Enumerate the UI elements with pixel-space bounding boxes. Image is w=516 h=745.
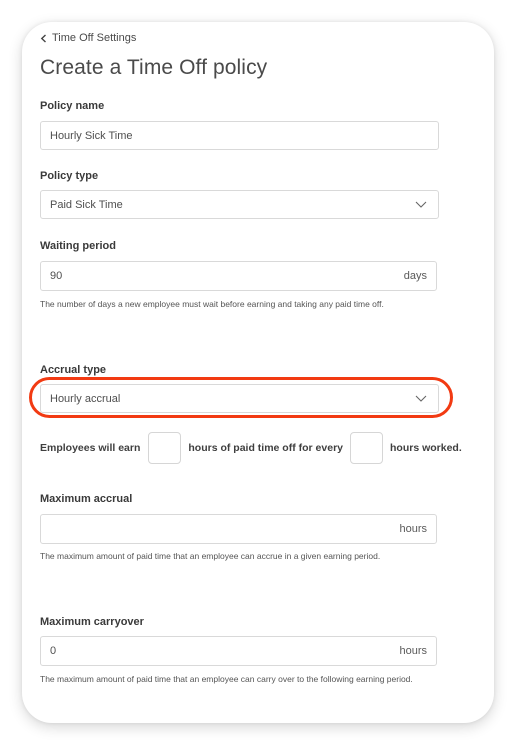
accrual-type-select[interactable]: Hourly accrual [40, 384, 439, 413]
maximum-carryover-input[interactable]: 0 hours [40, 636, 437, 666]
accrual-type-selected: Hourly accrual [50, 392, 121, 405]
maximum-carryover-value: 0 [50, 645, 57, 657]
back-link-label: Time Off Settings [52, 32, 137, 44]
page-title: Create a Time Off policy [40, 56, 268, 79]
maximum-accrual-label: Maximum accrual [40, 493, 133, 505]
policy-type-label: Policy type [40, 170, 99, 182]
hours-worked-input[interactable] [350, 431, 383, 464]
policy-name-input[interactable]: Hourly Sick Time [40, 121, 439, 150]
chevron-down-icon [415, 201, 427, 208]
maximum-accrual-input[interactable]: hours [40, 514, 437, 544]
policy-name-label: Policy name [40, 100, 105, 112]
policy-name-value: Hourly Sick Time [50, 129, 133, 142]
accrual-rate-row: Employees will earn hours of paid time o… [40, 431, 462, 464]
policy-type-selected: Paid Sick Time [50, 198, 123, 211]
chevron-left-icon [40, 33, 46, 43]
accrual-rate-text-after: hours worked. [390, 441, 462, 454]
maximum-carryover-help: The maximum amount of paid time that an … [40, 674, 413, 684]
waiting-period-help: The number of days a new employee must w… [40, 299, 384, 309]
back-to-time-off-settings-link[interactable]: Time Off Settings [40, 32, 136, 44]
chevron-down-icon [415, 395, 427, 402]
hours-earned-input[interactable] [148, 431, 182, 464]
accrual-rate-text-middle: hours of paid time off for every [188, 441, 343, 454]
policy-type-select[interactable]: Paid Sick Time [40, 190, 439, 219]
maximum-carryover-label: Maximum carryover [40, 616, 144, 628]
maximum-carryover-unit: hours [399, 645, 427, 657]
waiting-period-value: 90 [50, 270, 63, 282]
waiting-period-unit: days [403, 270, 427, 282]
waiting-period-input[interactable]: 90 days [40, 261, 437, 291]
maximum-accrual-help: The maximum amount of paid time that an … [40, 551, 381, 561]
maximum-accrual-unit: hours [399, 523, 427, 535]
accrual-rate-text-before: Employees will earn [40, 441, 141, 454]
accrual-type-label: Accrual type [40, 364, 107, 376]
waiting-period-label: Waiting period [40, 240, 116, 252]
